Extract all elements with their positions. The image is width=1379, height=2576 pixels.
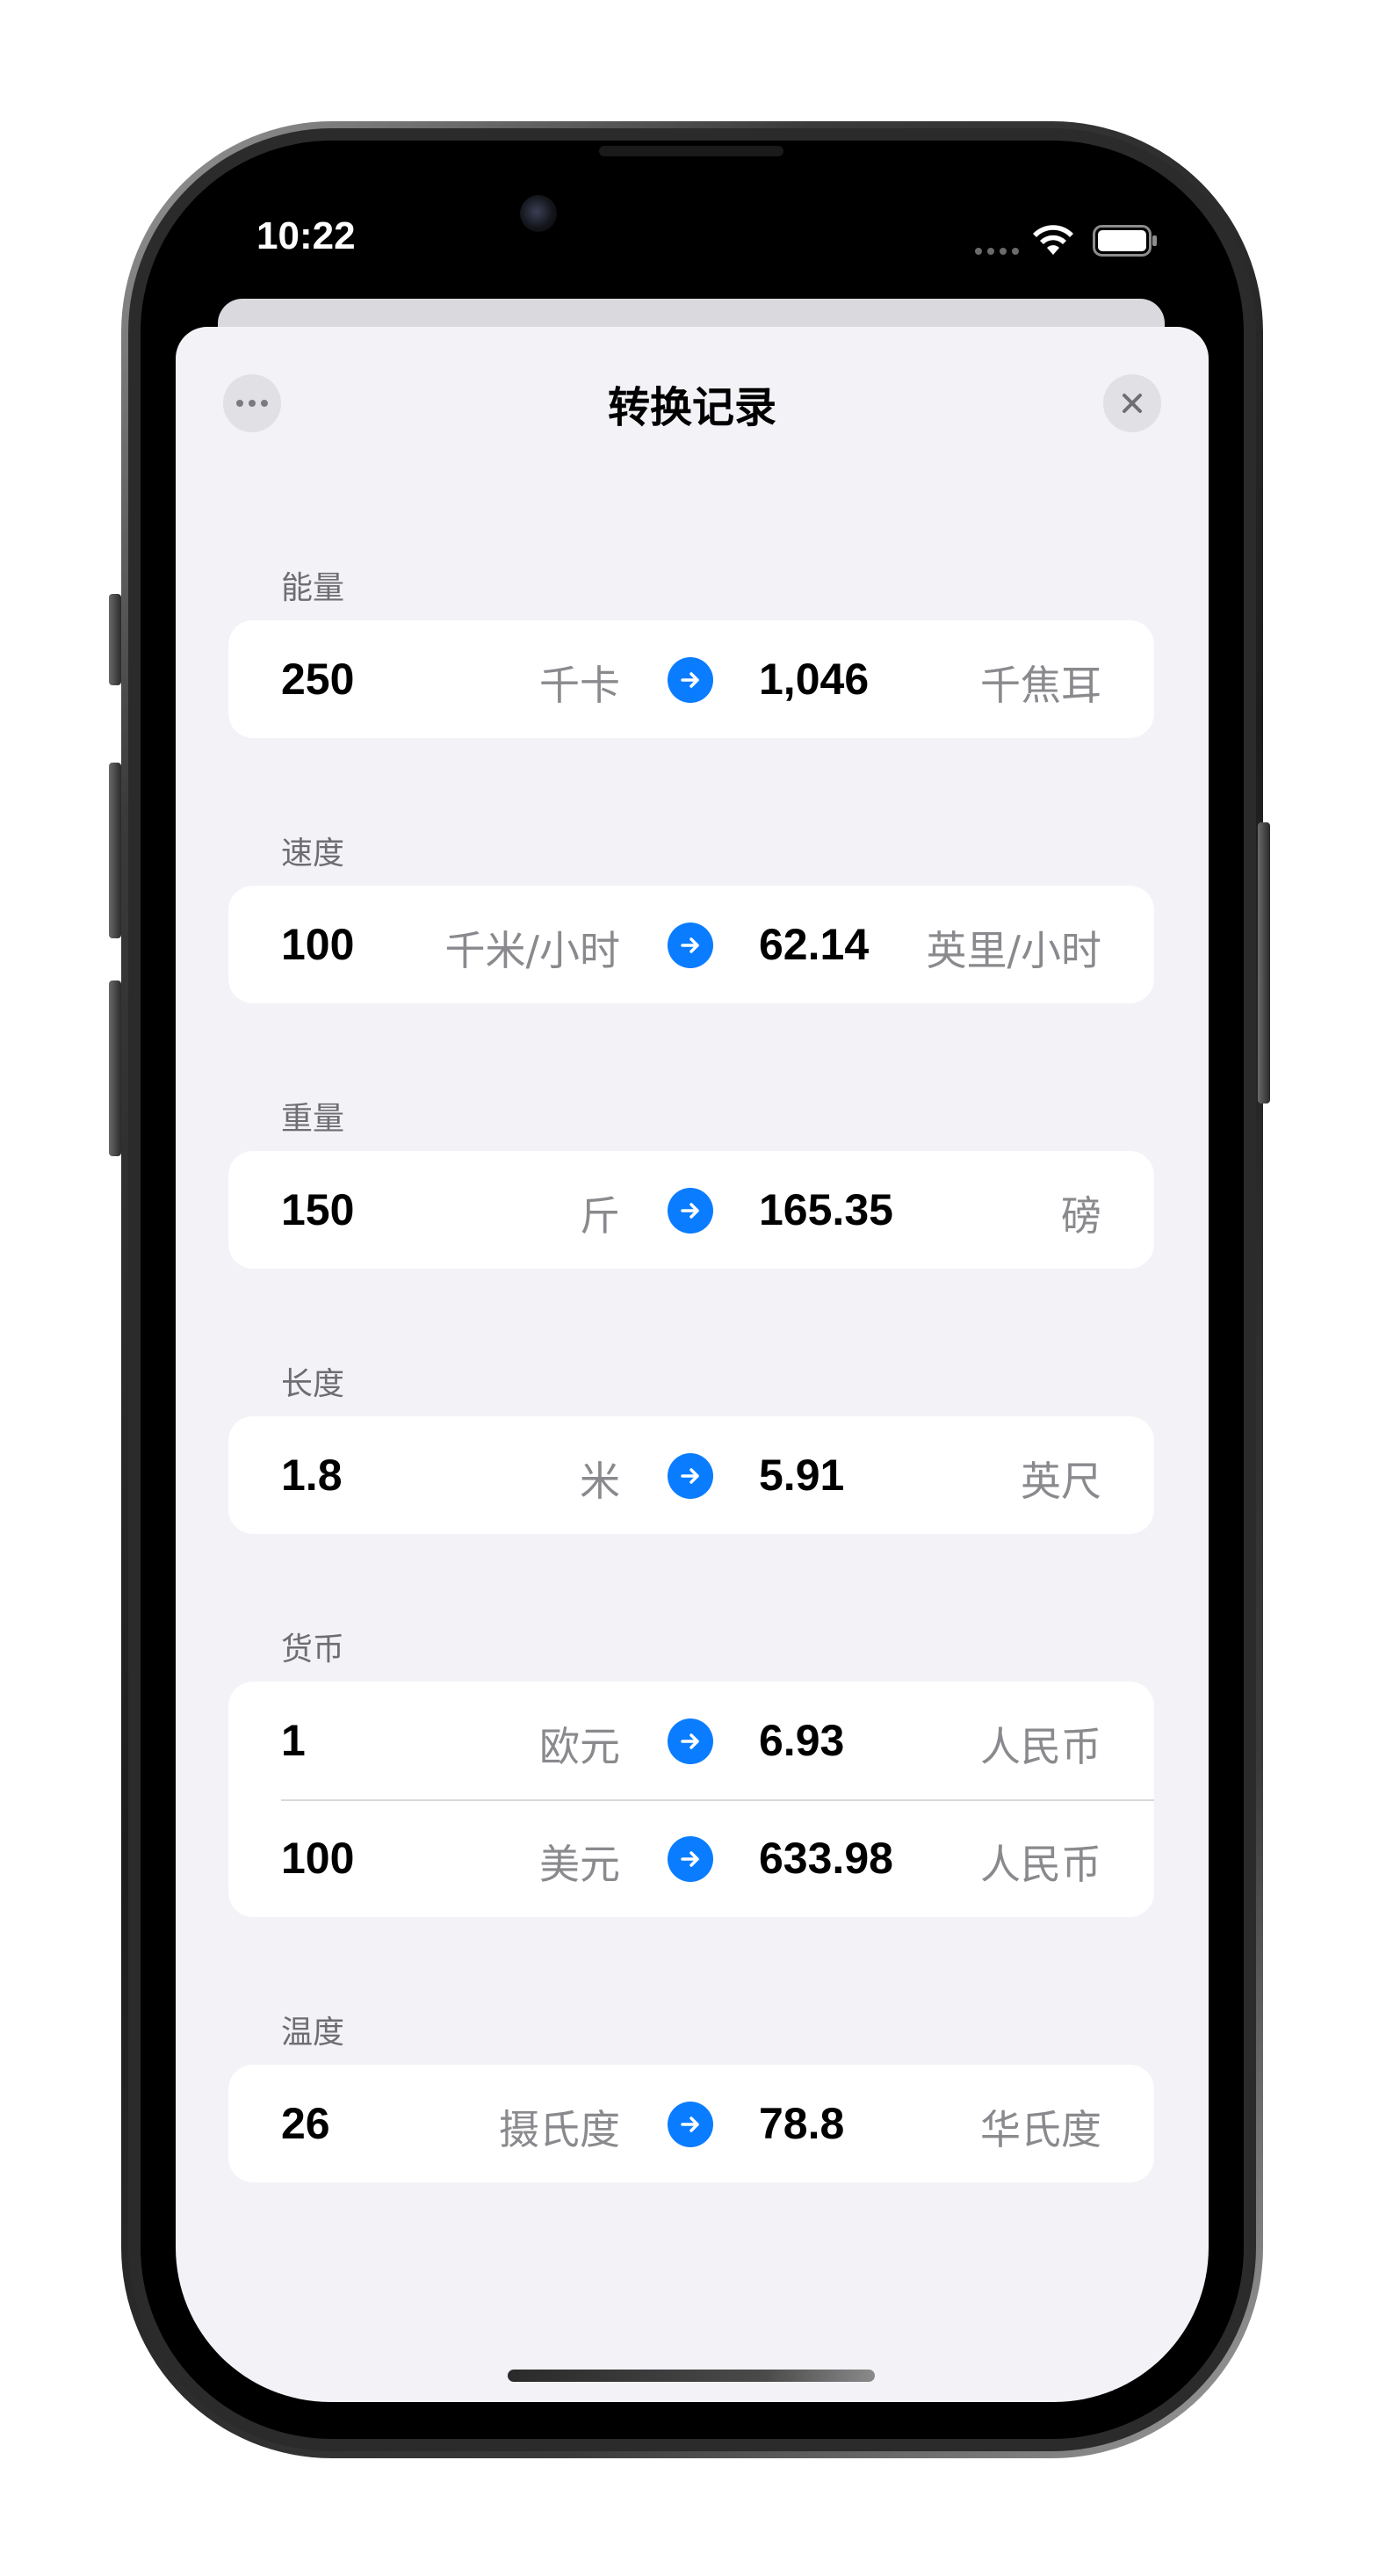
to-value: 78.8 (759, 2099, 845, 2148)
to-value: 165.35 (759, 1185, 893, 1234)
from-unit: 欧元 (539, 1723, 620, 1770)
arrow-right-circle-icon (668, 1836, 713, 1882)
front-camera (520, 195, 557, 232)
section-label-weight: 重量 (281, 1101, 345, 1137)
close-button[interactable] (1103, 374, 1161, 432)
conversion-row[interactable]: 1 欧元 6.93 人民币 (228, 1682, 1154, 1799)
to-unit: 人民币 (980, 1841, 1101, 1888)
to-value: 5.91 (759, 1451, 845, 1500)
conversion-card-energy: 250 千卡 1,046 千焦耳 (228, 620, 1154, 738)
arrow-right-circle-icon (668, 1453, 713, 1499)
conversion-card-length: 1.8 米 5.91 英尺 (228, 1416, 1154, 1534)
section-label-speed: 速度 (281, 836, 345, 872)
section-label-temperature: 温度 (281, 2015, 345, 2051)
from-value: 150 (281, 1185, 355, 1234)
from-value: 26 (281, 2099, 330, 2148)
cellular-signal-icon (975, 248, 1019, 255)
volume-up-button (109, 763, 121, 938)
conversion-card-currency: 1 欧元 6.93 人民币 100 美元 633.98 人民币 (228, 1682, 1154, 1917)
wifi-icon (1033, 225, 1073, 255)
to-unit: 英尺 (1021, 1458, 1101, 1505)
home-indicator[interactable] (508, 2370, 875, 2382)
arrow-right-circle-icon (668, 1188, 713, 1234)
to-value: 62.14 (759, 920, 870, 969)
conversion-row[interactable]: 150 斤 165.35 磅 (228, 1151, 1154, 1269)
conversion-card-speed: 100 千米/小时 62.14 英里/小时 (228, 886, 1154, 1003)
to-value: 6.93 (759, 1716, 845, 1765)
to-value: 1,046 (759, 655, 870, 704)
from-value: 100 (281, 920, 355, 969)
from-value: 1 (281, 1716, 306, 1765)
action-button (109, 594, 121, 685)
from-unit: 摄氏度 (499, 2106, 620, 2153)
arrow-right-circle-icon (668, 2102, 713, 2147)
section-label-length: 长度 (281, 1366, 345, 1402)
arrow-right-circle-icon (668, 1719, 713, 1764)
from-unit: 米 (580, 1458, 620, 1505)
to-unit: 人民币 (980, 1723, 1101, 1770)
from-unit: 美元 (539, 1841, 620, 1888)
conversion-row[interactable]: 100 美元 633.98 人民币 (228, 1799, 1154, 1917)
to-value: 633.98 (759, 1834, 893, 1883)
conversion-history-sheet: 转换记录 能量 250 千卡 1,046 千焦耳 速度 100 千米/小时 62… (176, 327, 1209, 2402)
power-button (1258, 822, 1270, 1103)
earpiece (599, 146, 783, 156)
conversion-row[interactable]: 250 千卡 1,046 千焦耳 (228, 620, 1154, 738)
from-value: 250 (281, 655, 355, 704)
conversion-row[interactable]: 100 千米/小时 62.14 英里/小时 (228, 886, 1154, 1003)
conversion-row[interactable]: 26 摄氏度 78.8 华氏度 (228, 2065, 1154, 2182)
sheet-title: 转换记录 (607, 383, 776, 432)
from-unit: 千米/小时 (444, 927, 621, 974)
conversion-card-weight: 150 斤 165.35 磅 (228, 1151, 1154, 1269)
to-unit: 千焦耳 (980, 662, 1101, 709)
to-unit: 华氏度 (980, 2106, 1101, 2153)
conversion-row[interactable]: 1.8 米 5.91 英尺 (228, 1416, 1154, 1534)
from-unit: 斤 (580, 1192, 620, 1240)
from-value: 100 (281, 1834, 355, 1883)
to-unit: 英里/小时 (926, 927, 1102, 974)
volume-down-button (109, 980, 121, 1156)
arrow-right-circle-icon (668, 923, 713, 968)
status-time: 10:22 (256, 214, 356, 257)
to-unit: 磅 (1061, 1192, 1101, 1240)
battery-icon (1093, 225, 1157, 257)
conversion-card-temperature: 26 摄氏度 78.8 华氏度 (228, 2065, 1154, 2182)
close-icon (1123, 394, 1142, 413)
section-label-currency: 货币 (281, 1632, 345, 1668)
arrow-right-circle-icon (668, 657, 713, 703)
from-value: 1.8 (281, 1451, 343, 1500)
from-unit: 千卡 (539, 662, 620, 709)
section-label-energy: 能量 (281, 570, 345, 606)
